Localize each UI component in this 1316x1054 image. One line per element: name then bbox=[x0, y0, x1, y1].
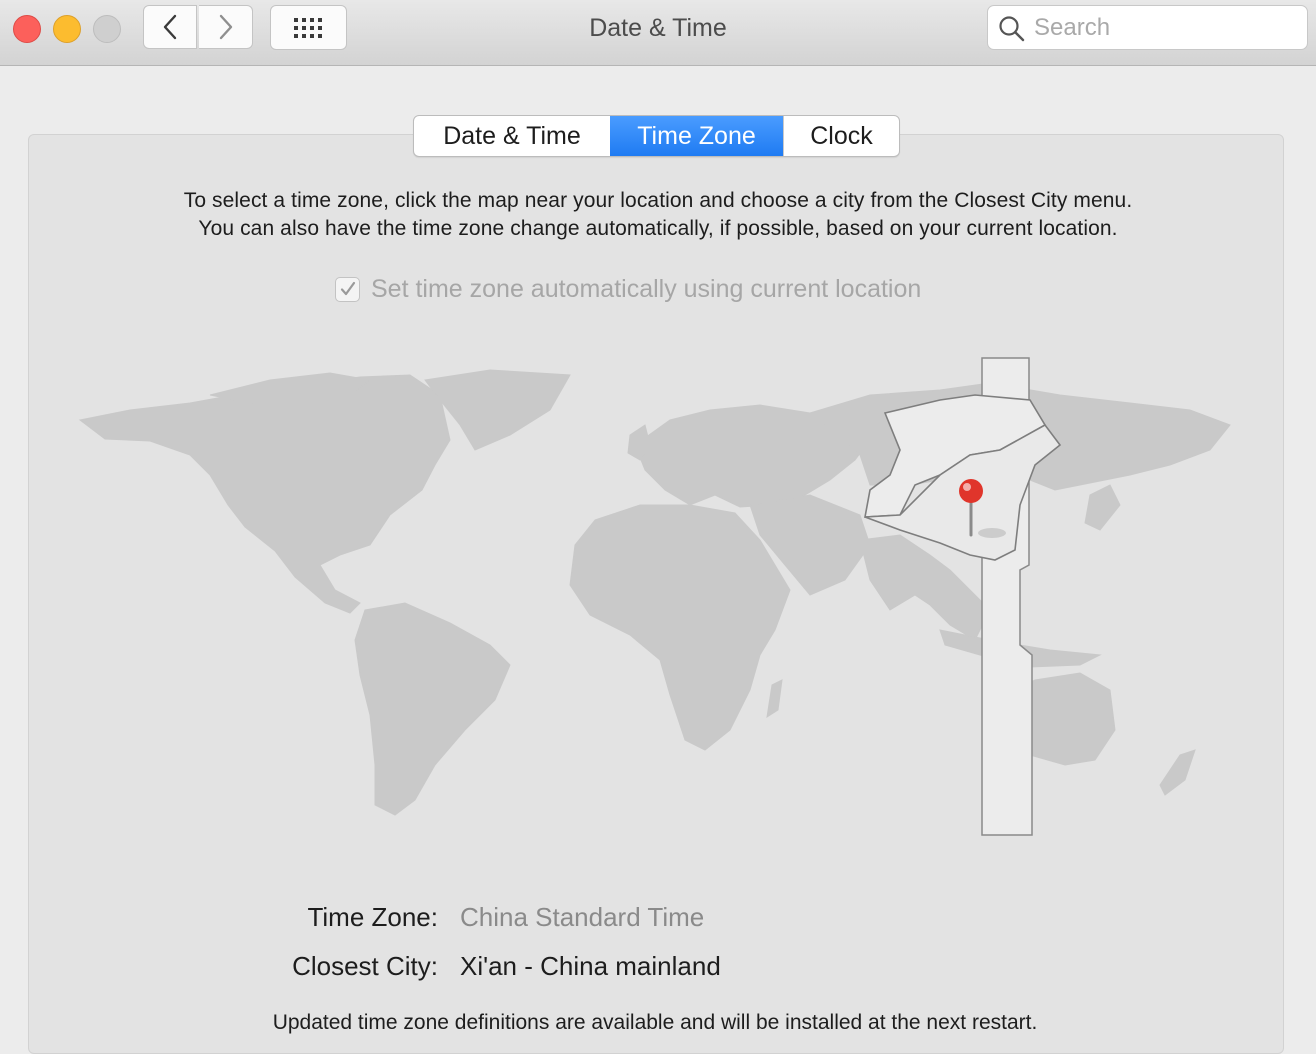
update-notice: Updated time zone definitions are availa… bbox=[272, 1011, 1038, 1034]
time-zone-row: Time Zone: China Standard Time bbox=[0, 902, 704, 933]
world-map[interactable] bbox=[70, 355, 1250, 840]
map-south-america bbox=[354, 602, 511, 816]
search-icon bbox=[999, 16, 1025, 42]
map-madagascar bbox=[766, 679, 783, 719]
map-new-zealand bbox=[1159, 749, 1196, 796]
title-bar: Date & Time bbox=[0, 0, 1316, 66]
search-input[interactable] bbox=[1032, 12, 1296, 44]
closest-city-row: Closest City: Xi'an - China mainland bbox=[0, 951, 721, 982]
checkmark-icon bbox=[340, 281, 355, 296]
tab-date-time[interactable]: Date & Time bbox=[414, 116, 610, 156]
auto-timezone-label: Set time zone automatically using curren… bbox=[371, 274, 922, 303]
map-africa bbox=[569, 504, 791, 751]
closest-city-label: Closest City: bbox=[292, 951, 438, 981]
instructions-line-1: To select a time zone, click the map nea… bbox=[183, 189, 1133, 212]
auto-timezone-row: Set time zone automatically using curren… bbox=[335, 274, 921, 304]
auto-timezone-checkbox[interactable] bbox=[335, 276, 360, 302]
closest-city-value[interactable]: Xi'an - China mainland bbox=[460, 951, 721, 982]
instructions-line-2: You can also have the time zone change a… bbox=[198, 217, 1118, 240]
map-japan bbox=[1084, 484, 1121, 531]
tab-time-zone[interactable]: Time Zone bbox=[610, 116, 783, 156]
tab-clock[interactable]: Clock bbox=[783, 116, 899, 156]
time-zone-value: China Standard Time bbox=[460, 902, 705, 932]
tab-bar: Date & Time Time Zone Clock bbox=[413, 115, 900, 157]
search-field[interactable] bbox=[987, 5, 1308, 50]
map-north-america bbox=[78, 374, 451, 614]
time-zone-label: Time Zone: bbox=[307, 902, 438, 932]
